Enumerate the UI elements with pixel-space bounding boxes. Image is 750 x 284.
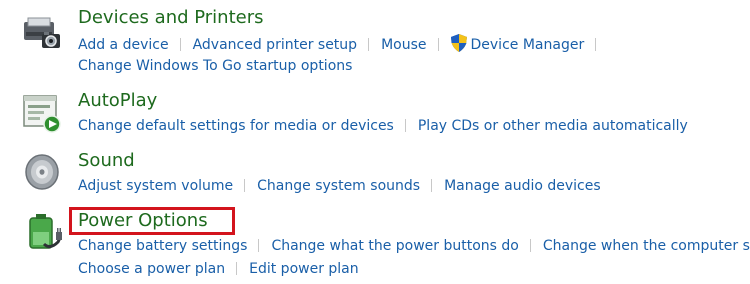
link-separator <box>368 38 370 51</box>
link-device-manager[interactable]: Device Manager <box>471 37 585 53</box>
link-separator <box>529 239 531 252</box>
link-separator <box>258 239 260 252</box>
devices-links-row-1: Add a device Advanced printer setup Mouse … <box>78 34 608 54</box>
link-edit-power-plan[interactable]: Edit power plan <box>249 261 359 277</box>
link-separator <box>431 179 433 192</box>
power-links-row-1: Change battery settings Change what the p… <box>78 237 750 255</box>
link-device-manager-group[interactable]: Device Manager <box>450 34 585 53</box>
devices-links-row-2: Change Windows To Go startup options <box>78 57 352 75</box>
power-links-row-2: Choose a power plan Edit power plan <box>78 260 359 278</box>
category-title-sound[interactable]: Sound <box>78 150 135 172</box>
link-change-what-the-power-buttons-do[interactable]: Change what the power buttons do <box>271 238 518 254</box>
link-change-system-sounds[interactable]: Change system sounds <box>257 178 420 194</box>
link-choose-a-power-plan[interactable]: Choose a power plan <box>78 261 225 277</box>
speaker-icon[interactable] <box>20 150 64 194</box>
link-mouse[interactable]: Mouse <box>381 37 426 53</box>
link-change-when-the-computer-sleeps[interactable]: Change when the computer sleeps <box>543 238 750 254</box>
link-change-windows-to-go-startup-options[interactable]: Change Windows To Go startup options <box>78 58 352 74</box>
link-add-a-device[interactable]: Add a device <box>78 37 169 53</box>
sound-links-row-1: Adjust system volume Change system sounds… <box>78 177 601 195</box>
link-separator <box>595 38 597 51</box>
highlight-box <box>69 207 235 235</box>
printer-camera-icon[interactable] <box>20 12 64 56</box>
battery-plug-icon[interactable] <box>20 208 64 252</box>
link-play-cds-or-other-media-automatically[interactable]: Play CDs or other media automatically <box>418 118 688 134</box>
link-adjust-system-volume[interactable]: Adjust system volume <box>78 178 233 194</box>
category-title-autoplay[interactable]: AutoPlay <box>78 90 157 112</box>
link-separator <box>179 38 181 51</box>
category-title-devices-and-printers[interactable]: Devices and Printers <box>78 7 264 29</box>
link-separator <box>244 179 246 192</box>
autoplay-icon[interactable] <box>20 92 64 136</box>
link-manage-audio-devices[interactable]: Manage audio devices <box>444 178 601 194</box>
link-separator <box>236 262 238 275</box>
link-advanced-printer-setup[interactable]: Advanced printer setup <box>193 37 357 53</box>
link-change-battery-settings[interactable]: Change battery settings <box>78 238 247 254</box>
link-separator <box>404 119 406 132</box>
uac-shield-icon <box>450 34 467 52</box>
link-separator <box>437 38 439 51</box>
autoplay-links-row-1: Change default settings for media or dev… <box>78 117 688 135</box>
link-change-default-settings-for-media-or-devices[interactable]: Change default settings for media or dev… <box>78 118 394 134</box>
